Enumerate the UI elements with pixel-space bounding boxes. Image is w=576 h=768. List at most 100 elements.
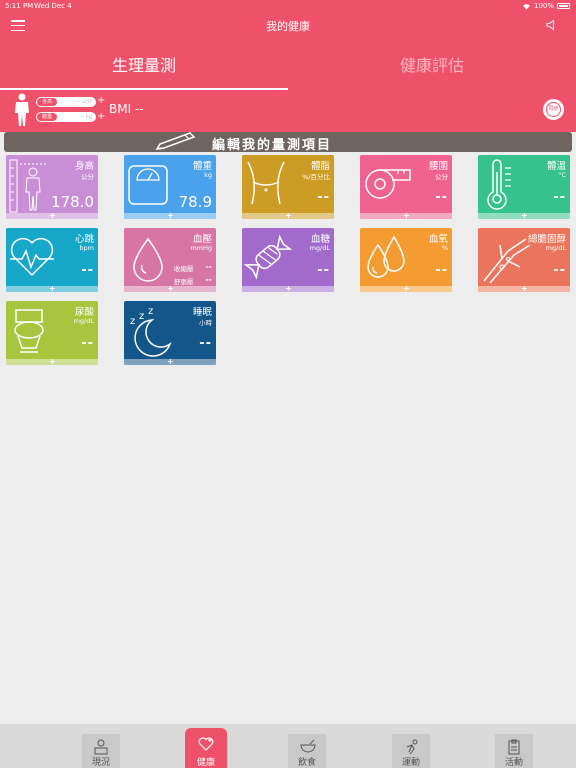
systolic-value: -- — [205, 262, 212, 271]
status-right: 100% — [522, 2, 570, 10]
add-weight-icon[interactable]: + — [97, 112, 105, 122]
systolic-label: 收縮壓 — [174, 265, 194, 273]
tab-assessment[interactable]: 健康評估 — [288, 52, 576, 76]
nav-label: 現況 — [91, 758, 110, 768]
card-value: -- — [553, 263, 566, 278]
nav-activity[interactable]: 活動 — [495, 734, 533, 768]
blood-drop-icon — [133, 237, 163, 282]
card-blood-sugar[interactable]: 血糖 mg/dL -- + — [242, 228, 334, 292]
card-waist[interactable]: 腰圍 公分 -- + — [360, 155, 452, 219]
add-record-icon[interactable]: + — [521, 212, 528, 220]
toilet-icon — [14, 309, 44, 353]
heartbeat-icon — [10, 237, 54, 277]
pencil-icon — [155, 132, 196, 150]
weight-pill[interactable]: 體重 -- kg — [36, 112, 96, 122]
running-icon — [406, 739, 418, 755]
heart-plus-icon — [198, 737, 214, 751]
tape-measure-icon — [365, 169, 411, 199]
add-record-icon[interactable]: + — [521, 285, 528, 293]
height-pill[interactable]: 身高 -- 公分 — [36, 97, 96, 107]
add-record-icon[interactable]: + — [403, 212, 410, 220]
add-record-icon[interactable]: + — [167, 358, 174, 366]
card-uric-acid[interactable]: 尿酸 mg/dL -- + — [6, 301, 98, 365]
edit-items-banner[interactable]: 編輯我的量測項目 — [4, 132, 572, 153]
card-unit: 公分 — [81, 173, 94, 181]
card-value: -- — [435, 190, 448, 205]
card-heart-rate[interactable]: 心跳 bpm -- + — [6, 228, 98, 292]
candy-icon — [244, 234, 292, 280]
weight-tag: 體重 — [37, 113, 57, 121]
person-icon — [15, 93, 29, 126]
tab-bar: 生理量測 健康評估 — [0, 40, 576, 90]
nav-health[interactable]: 健康 — [185, 728, 227, 768]
wifi-icon — [522, 3, 530, 10]
card-name: 血氧 — [428, 234, 448, 245]
card-cholesterol[interactable]: 總膽固醇 mg/dL -- + — [478, 228, 570, 292]
add-record-icon[interactable]: + — [285, 212, 292, 220]
nav-exercise[interactable]: 運動 — [392, 734, 430, 768]
card-unit: % — [441, 244, 448, 252]
scale-icon — [128, 165, 168, 205]
card-unit: mg/dL — [545, 244, 566, 252]
card-unit: bpm — [79, 244, 94, 252]
height-value: -- 公分 — [76, 99, 92, 105]
add-record-icon[interactable]: + — [285, 285, 292, 293]
add-record-icon[interactable]: + — [49, 285, 56, 293]
card-value: 178.0 — [51, 193, 94, 211]
status-bar: 5:11 PM Wed Dec 4 100% — [0, 0, 576, 12]
card-blood-oxygen[interactable]: 血氧 % -- + — [360, 228, 452, 292]
nav-diet[interactable]: 飲食 — [288, 734, 326, 768]
card-height[interactable]: 身高 公分 178.0 + — [6, 155, 98, 219]
card-name: 血糖 — [310, 234, 330, 245]
tab-measurement[interactable]: 生理量測 — [0, 52, 288, 76]
profile-summary: 身高 -- 公分 + 體重 -- kg + BMI -- 同步 — [0, 90, 576, 132]
card-unit: mmHg — [190, 244, 212, 252]
card-name: 體重 — [192, 161, 212, 172]
add-height-icon[interactable]: + — [97, 96, 105, 106]
height-tag: 身高 — [37, 98, 57, 106]
card-name: 體脂 — [310, 161, 330, 172]
add-record-icon[interactable]: + — [49, 212, 56, 220]
card-name: 總膽固醇 — [527, 234, 566, 245]
card-unit: mg/dL — [73, 317, 94, 325]
card-value: -- — [317, 263, 330, 278]
card-name: 睡眠 — [192, 307, 212, 318]
add-record-icon[interactable]: + — [167, 285, 174, 293]
nav-label: 飲食 — [297, 758, 316, 768]
status-time: 5:11 PM — [5, 2, 34, 10]
sync-icon: 同步 — [546, 102, 561, 117]
card-blood-pressure[interactable]: 血壓 mmHg 收縮壓 -- 舒張壓 -- + — [124, 228, 216, 292]
weight-value: -- kg — [80, 114, 92, 120]
sync-button[interactable]: 同步 — [541, 97, 566, 122]
battery-icon — [557, 3, 570, 9]
card-unit: °C — [558, 171, 566, 179]
card-value: 78.9 — [178, 193, 212, 211]
card-value: -- — [553, 190, 566, 205]
card-body-fat[interactable]: 體脂 %/百分比 -- + — [242, 155, 334, 219]
svg-text:z: z — [139, 311, 144, 322]
add-record-icon[interactable]: + — [403, 285, 410, 293]
diastolic-value: -- — [205, 275, 212, 284]
card-value: -- — [435, 263, 448, 278]
thermometer-icon — [487, 159, 511, 210]
nav-status[interactable]: 現況 — [82, 734, 120, 768]
card-unit: %/百分比 — [302, 173, 330, 181]
card-unit: 公分 — [435, 173, 448, 181]
card-weight[interactable]: 體重 kg 78.9 + — [124, 155, 216, 219]
person-status-icon — [94, 739, 108, 755]
card-name: 尿酸 — [74, 307, 94, 318]
bmi-value: BMI -- — [109, 102, 144, 116]
height-ruler-icon — [9, 159, 46, 213]
card-temperature[interactable]: 體溫 °C -- + — [478, 155, 570, 219]
nav-bar: 我的健康 — [0, 12, 576, 40]
svg-text:z: z — [130, 316, 135, 327]
sleep-moon-icon: z z z — [130, 306, 172, 357]
card-name: 腰圍 — [428, 161, 448, 172]
card-sleep[interactable]: z z z 睡眠 小時 -- + — [124, 301, 216, 365]
card-name: 體溫 — [546, 161, 566, 172]
card-value: -- — [199, 336, 212, 351]
add-record-icon[interactable]: + — [49, 358, 56, 366]
bottom-nav: 現況 健康 飲食 運動 活動 — [0, 724, 576, 768]
speaker-icon[interactable] — [546, 19, 558, 31]
add-record-icon[interactable]: + — [167, 212, 174, 220]
